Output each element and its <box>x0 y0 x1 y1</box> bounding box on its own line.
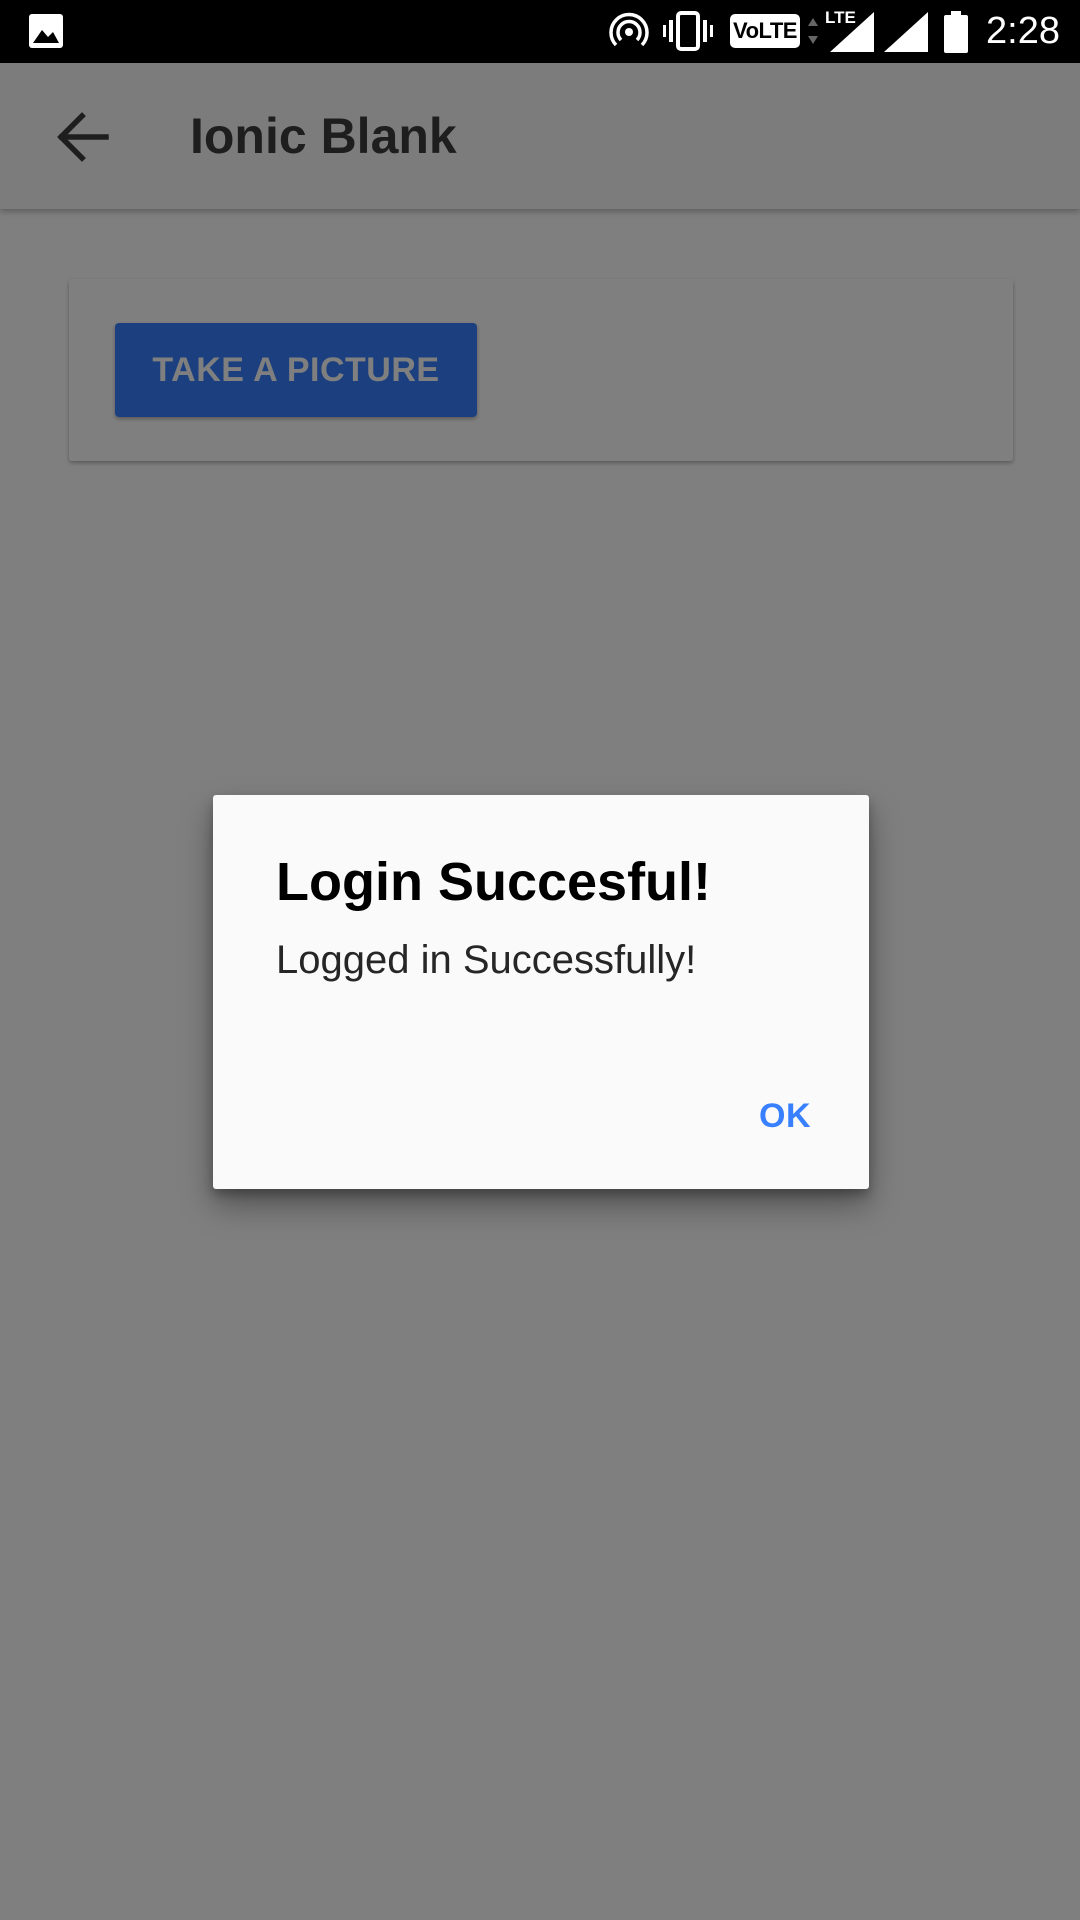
vibrate-icon <box>663 11 713 51</box>
battery-icon <box>944 11 968 53</box>
ok-button[interactable]: OK <box>741 1085 829 1147</box>
volte-icon: VoLTE <box>730 14 800 48</box>
signal-icon <box>830 12 874 52</box>
data-arrows-icon <box>808 18 818 44</box>
hotspot-icon <box>609 12 649 47</box>
signal-roaming-icon <box>884 12 928 52</box>
alert-dialog: Login Succesful! Logged in Successfully!… <box>213 795 869 1189</box>
alert-title: Login Succesful! <box>276 852 712 912</box>
alert-message: Logged in Successfully! <box>276 938 697 982</box>
clock: 2:28 <box>986 10 1060 52</box>
roaming-label: R <box>910 34 921 51</box>
status-bar: VoLTE LTE R 2:28 <box>0 0 1080 63</box>
gallery-icon <box>29 14 63 48</box>
